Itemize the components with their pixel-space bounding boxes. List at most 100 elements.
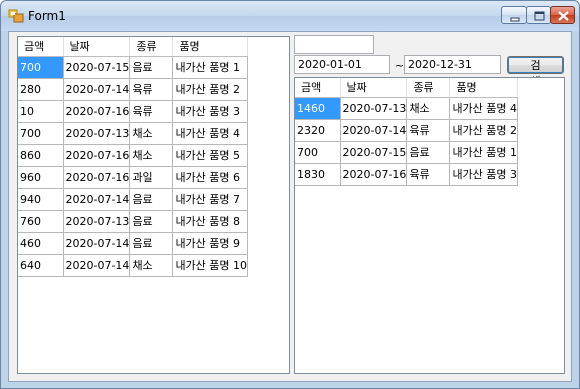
cell-type[interactable]: 음료 [129, 210, 174, 233]
cell-item[interactable]: 내가산 품명 1 [449, 141, 519, 164]
left-grid-header: 금액 날짜 종류 품명 [18, 37, 249, 57]
cell-amount[interactable]: 760 [18, 210, 64, 233]
table-row[interactable]: 860 2020-07-16 채소 내가산 품명 5 [18, 144, 249, 167]
right-grid-header: 금액 날짜 종류 품명 [295, 78, 519, 98]
cell-type[interactable]: 육류 [129, 78, 174, 101]
table-row[interactable]: 700 2020-07-13 채소 내가산 품명 4 [18, 122, 249, 145]
right-grid-table: 금액 날짜 종류 품명 1460 2020-07-13 채소 내가산 품명 4 … [295, 78, 519, 186]
app-icon [8, 9, 24, 23]
cell-date[interactable]: 2020-07-14 [63, 232, 131, 255]
cell-item[interactable]: 내가산 품명 7 [172, 188, 249, 211]
cell-item[interactable]: 내가산 품명 4 [449, 97, 519, 120]
table-row[interactable]: 640 2020-07-14 채소 내가산 품명 10 [18, 254, 249, 277]
cell-amount[interactable]: 700 [295, 141, 341, 164]
cell-item[interactable]: 내가산 품명 3 [172, 100, 249, 123]
cell-date[interactable]: 2020-07-14 [63, 254, 131, 277]
minimize-icon [510, 17, 520, 22]
cell-amount[interactable]: 1460 [295, 97, 341, 120]
cell-item[interactable]: 내가산 품명 8 [172, 210, 249, 233]
right-data-grid[interactable]: 금액 날짜 종류 품명 1460 2020-07-13 채소 내가산 품명 4 … [294, 77, 565, 374]
table-row[interactable]: 10 2020-07-16 육류 내가산 품명 3 [18, 100, 249, 123]
column-header-item[interactable]: 품명 [449, 78, 519, 98]
column-header-amount[interactable]: 금액 [18, 37, 64, 57]
close-button[interactable] [550, 6, 575, 24]
column-header-date[interactable]: 날짜 [340, 78, 408, 98]
cell-item[interactable]: 내가산 품명 3 [449, 163, 519, 186]
cell-date[interactable]: 2020-07-14 [63, 188, 131, 211]
table-row[interactable]: 2320 2020-07-14 육류 내가산 품명 2 [295, 119, 519, 142]
column-header-amount[interactable]: 금액 [295, 78, 341, 98]
column-header-type[interactable]: 종류 [129, 37, 174, 57]
column-header-type[interactable]: 종류 [406, 78, 451, 98]
table-row[interactable]: 960 2020-07-16 과일 내가산 품명 6 [18, 166, 249, 189]
window-title: Form1 [28, 9, 66, 23]
cell-amount[interactable]: 860 [18, 144, 64, 167]
cell-amount[interactable]: 280 [18, 78, 64, 101]
cell-date[interactable]: 2020-07-16 [63, 144, 131, 167]
left-grid-table: 금액 날짜 종류 품명 700 2020-07-15 음료 내가산 품명 1 2… [18, 37, 249, 277]
table-row[interactable]: 700 2020-07-15 음료 내가산 품명 1 [295, 141, 519, 164]
cell-item[interactable]: 내가산 품명 1 [172, 56, 249, 79]
column-header-item[interactable]: 품명 [172, 37, 249, 57]
cell-type[interactable]: 과일 [129, 166, 174, 189]
cell-date[interactable]: 2020-07-14 [340, 119, 408, 142]
cell-type[interactable]: 음료 [129, 232, 174, 255]
cell-type[interactable]: 음료 [406, 141, 451, 164]
table-row[interactable]: 1460 2020-07-13 채소 내가산 품명 4 [295, 97, 519, 120]
cell-date[interactable]: 2020-07-15 [340, 141, 408, 164]
cell-type[interactable]: 채소 [129, 254, 174, 277]
search-button[interactable]: 검 색 [507, 56, 564, 88]
date-range-separator: ~ [395, 59, 405, 72]
cell-amount[interactable]: 10 [18, 100, 64, 123]
cell-date[interactable]: 2020-07-16 [63, 100, 131, 123]
cell-item[interactable]: 내가산 품명 2 [449, 119, 519, 142]
table-row[interactable]: 280 2020-07-14 육류 내가산 품명 2 [18, 78, 249, 101]
cell-date[interactable]: 2020-07-14 [63, 78, 131, 101]
cell-amount[interactable]: 960 [18, 166, 64, 189]
cell-item[interactable]: 내가산 품명 5 [172, 144, 249, 167]
cell-type[interactable]: 음료 [129, 188, 174, 211]
cell-amount[interactable]: 940 [18, 188, 64, 211]
cell-amount[interactable]: 1830 [295, 163, 341, 186]
title-bar[interactable]: Form1 [1, 1, 579, 31]
minimize-button[interactable] [501, 6, 527, 24]
cell-type[interactable]: 채소 [406, 97, 451, 120]
column-header-date[interactable]: 날짜 [63, 37, 131, 57]
cell-date[interactable]: 2020-07-13 [63, 210, 131, 233]
cell-date[interactable]: 2020-07-13 [340, 97, 408, 120]
table-row[interactable]: 1830 2020-07-16 육류 내가산 품명 3 [295, 163, 519, 186]
cell-amount[interactable]: 700 [18, 122, 64, 145]
cell-amount[interactable]: 700 [18, 56, 64, 79]
maximize-icon [534, 11, 545, 21]
cell-type[interactable]: 육류 [129, 100, 174, 123]
cell-type[interactable]: 채소 [129, 122, 174, 145]
form1-window: Form1 금액 날짜 종류 품명 700 2020-07-15 음료 내가산 … [0, 0, 580, 389]
form-client-area: 금액 날짜 종류 품명 700 2020-07-15 음료 내가산 품명 1 2… [8, 31, 572, 382]
maximize-button[interactable] [526, 6, 551, 24]
cell-item[interactable]: 내가산 품명 4 [172, 122, 249, 145]
cell-type[interactable]: 육류 [406, 119, 451, 142]
cell-date[interactable]: 2020-07-15 [63, 56, 131, 79]
cell-date[interactable]: 2020-07-13 [63, 122, 131, 145]
top-textbox[interactable] [294, 35, 374, 54]
start-date-field[interactable] [294, 55, 390, 74]
cell-item[interactable]: 내가산 품명 9 [172, 232, 249, 255]
cell-date[interactable]: 2020-07-16 [63, 166, 131, 189]
table-row[interactable]: 760 2020-07-13 음료 내가산 품명 8 [18, 210, 249, 233]
left-data-grid[interactable]: 금액 날짜 종류 품명 700 2020-07-15 음료 내가산 품명 1 2… [17, 36, 290, 374]
cell-date[interactable]: 2020-07-16 [340, 163, 408, 186]
table-row[interactable]: 940 2020-07-14 음료 내가산 품명 7 [18, 188, 249, 211]
close-icon [558, 11, 569, 21]
cell-type[interactable]: 음료 [129, 56, 174, 79]
cell-type[interactable]: 채소 [129, 144, 174, 167]
cell-item[interactable]: 내가산 품명 6 [172, 166, 249, 189]
cell-item[interactable]: 내가산 품명 10 [172, 254, 249, 277]
cell-amount[interactable]: 460 [18, 232, 64, 255]
table-row[interactable]: 700 2020-07-15 음료 내가산 품명 1 [18, 56, 249, 79]
cell-amount[interactable]: 2320 [295, 119, 341, 142]
cell-item[interactable]: 내가산 품명 2 [172, 78, 249, 101]
table-row[interactable]: 460 2020-07-14 음료 내가산 품명 9 [18, 232, 249, 255]
cell-type[interactable]: 육류 [406, 163, 451, 186]
cell-amount[interactable]: 640 [18, 254, 64, 277]
end-date-field[interactable] [404, 55, 501, 74]
